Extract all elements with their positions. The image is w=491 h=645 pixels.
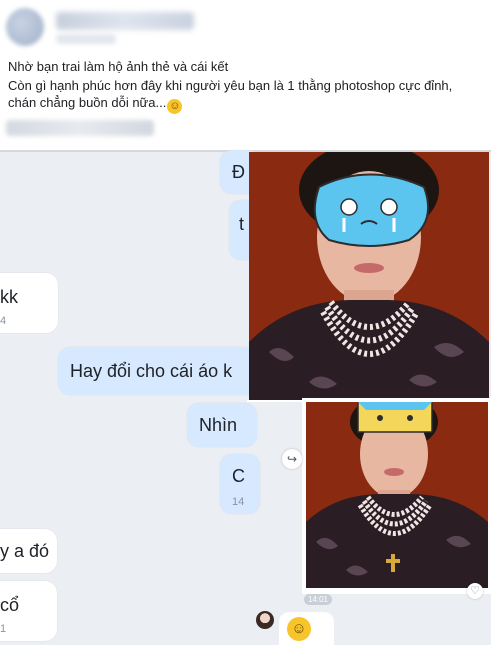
post-body: Còn gì hạnh phúc hơn đây khi người yêu b… (8, 77, 478, 114)
incoming-message[interactable]: kk 4 (0, 273, 58, 333)
outgoing-message[interactable]: Nhìn (187, 403, 257, 447)
post-title: Nhờ bạn trai làm hộ ảnh thẻ và cái kết (8, 59, 229, 74)
outgoing-message[interactable]: C 14 (220, 454, 260, 514)
emoji-message[interactable]: ☺ (279, 612, 334, 645)
message-text: Nhìn (199, 415, 238, 435)
author-name-blurred[interactable] (56, 12, 194, 30)
message-time: 1 (0, 623, 7, 635)
share-icon[interactable]: ↪ (282, 449, 302, 469)
sender-avatar[interactable] (256, 611, 274, 629)
smile-emoji-icon: ☺ (287, 617, 311, 641)
message-time: 4 (0, 315, 7, 327)
author-avatar[interactable] (6, 8, 44, 46)
incoming-message[interactable]: cổ 1 (0, 581, 57, 641)
message-text: Đ (232, 162, 245, 182)
heart-icon[interactable]: ♡ (467, 583, 483, 599)
post-meta-blurred (56, 34, 116, 44)
message-time: 14 (232, 496, 245, 508)
message-text: kk (0, 287, 18, 307)
id-photo-edited[interactable] (306, 402, 488, 588)
id-photo-original[interactable] (249, 152, 489, 400)
post-header: Nhờ bạn trai làm hộ ảnh thẻ và cái kết C… (0, 0, 491, 150)
id-photo-original-image (249, 152, 489, 400)
incoming-message[interactable]: y a đó (0, 529, 57, 573)
message-text: cổ (0, 595, 20, 615)
message-text: t (239, 214, 245, 234)
photo-time-chip: 14:01 (304, 594, 332, 605)
id-photo-edited-image (306, 402, 488, 588)
outgoing-message[interactable]: Hay đổi cho cái áo k (58, 347, 258, 395)
message-text: C (232, 466, 245, 486)
hashtag-blurred[interactable] (6, 120, 154, 136)
post-body-text: Còn gì hạnh phúc hơn đây khi người yêu b… (8, 78, 453, 110)
message-text: Hay đổi cho cái áo k (70, 361, 233, 381)
message-text: y a đó (0, 541, 50, 561)
smile-emoji-icon: ☺ (167, 99, 183, 114)
